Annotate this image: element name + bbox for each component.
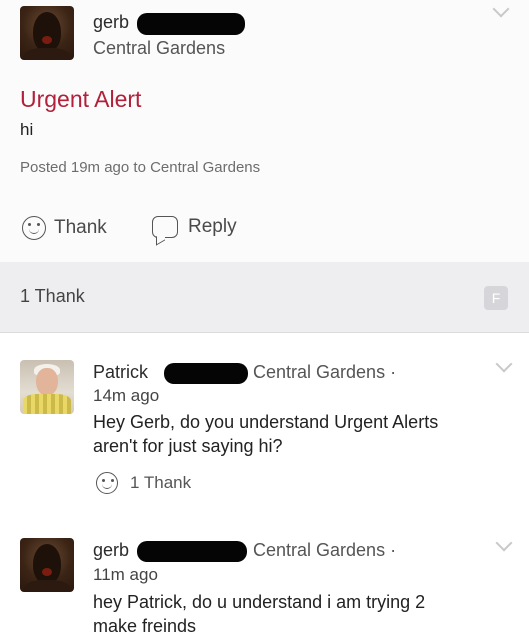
reply-thank-button[interactable]: 1 Thank bbox=[96, 472, 191, 494]
avatar-face bbox=[36, 368, 58, 396]
smiley-icon bbox=[96, 472, 118, 494]
reply-neighborhood[interactable]: Central Gardens · bbox=[253, 362, 396, 383]
reply-time: 14m ago bbox=[93, 386, 160, 405]
avatar-mouth bbox=[42, 568, 52, 576]
reply-author-name[interactable]: gerb bbox=[93, 540, 129, 561]
post-body: hi bbox=[20, 120, 34, 139]
post-author-name[interactable]: gerb bbox=[93, 12, 129, 33]
smiley-icon bbox=[22, 216, 46, 240]
reply-button[interactable]: Reply bbox=[152, 216, 237, 238]
author-avatar[interactable] bbox=[20, 6, 74, 60]
reply-text: Hey Gerb, do you understand Urgent Alert… bbox=[93, 412, 439, 456]
post-meta: Posted 19m ago to Central Gardens bbox=[20, 159, 261, 176]
reply-text: hey Patrick, do u understand i am trying… bbox=[93, 592, 426, 636]
speech-bubble-icon bbox=[152, 216, 178, 238]
redaction-bar bbox=[137, 541, 247, 562]
avatar-mouth bbox=[42, 36, 52, 44]
avatar-body bbox=[24, 48, 70, 60]
alert-title: Urgent Alert bbox=[20, 86, 142, 112]
f-badge-icon[interactable]: F bbox=[484, 286, 508, 310]
reply-author-name[interactable]: Patrick bbox=[93, 362, 148, 383]
avatar-body bbox=[24, 580, 70, 592]
chevron-down-icon[interactable] bbox=[495, 355, 513, 373]
redaction-bar bbox=[137, 13, 245, 35]
reply-label: Reply bbox=[188, 216, 237, 237]
reply-avatar[interactable] bbox=[20, 360, 74, 414]
reply-avatar[interactable] bbox=[20, 538, 74, 592]
reply-time: 11m ago bbox=[93, 565, 158, 584]
reply-thank-count: 1 Thank bbox=[130, 473, 192, 492]
thank-button[interactable]: Thank bbox=[22, 216, 107, 240]
thank-label: Thank bbox=[54, 217, 107, 238]
post-neighborhood[interactable]: Central Gardens bbox=[93, 38, 225, 59]
divider bbox=[0, 332, 529, 333]
reply-neighborhood[interactable]: Central Gardens · bbox=[253, 540, 396, 561]
avatar-shirt bbox=[23, 394, 71, 414]
chevron-down-icon[interactable] bbox=[495, 534, 513, 552]
redaction-bar bbox=[164, 363, 248, 384]
thanks-count[interactable]: 1 Thank bbox=[20, 286, 85, 307]
avatar-face bbox=[33, 544, 61, 584]
avatar-face bbox=[33, 12, 61, 52]
